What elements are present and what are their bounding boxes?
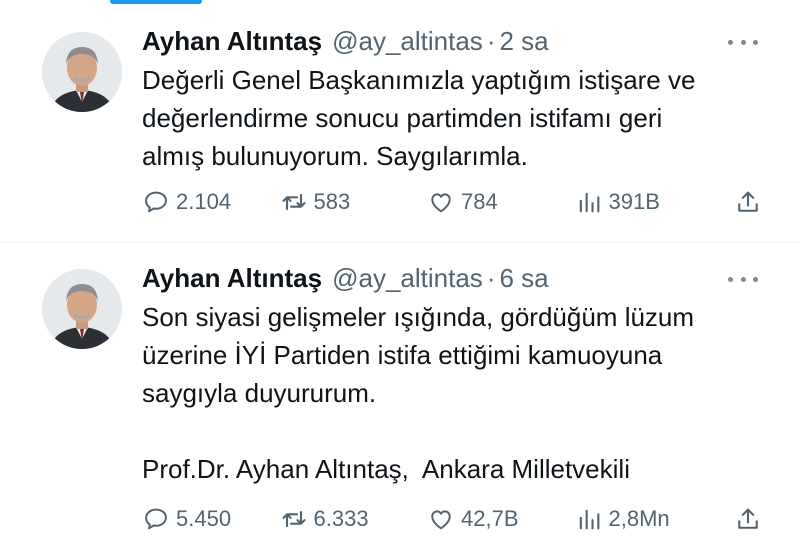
timestamp[interactable]: 6 sa bbox=[499, 260, 548, 296]
views-chart-icon bbox=[579, 192, 599, 213]
tweet-text-line: değerlendirme sonucu partimden istifamı … bbox=[142, 103, 663, 133]
reply-count: 5.450 bbox=[176, 506, 232, 531]
reply-bubble-icon bbox=[145, 508, 167, 530]
views-button[interactable]: 391B bbox=[575, 188, 715, 216]
view-count: 2,8Mn bbox=[608, 506, 670, 531]
retweet-count: 6.333 bbox=[313, 506, 369, 531]
avatar-image bbox=[42, 32, 122, 112]
tweet-header: Ayhan Altıntaş @ay_altintas · 2 sa bbox=[142, 23, 549, 59]
author-name[interactable]: Ayhan Altıntaş bbox=[142, 23, 322, 59]
avatar[interactable] bbox=[42, 32, 122, 112]
tweet[interactable]: Ayhan Altıntaş @ay_altintas · 6 sa Son s… bbox=[0, 243, 800, 557]
author-handle[interactable]: @ay_altintas bbox=[332, 260, 483, 296]
timestamp[interactable]: 2 sa bbox=[499, 23, 548, 59]
author-name[interactable]: Ayhan Altıntaş bbox=[142, 260, 322, 296]
like-button[interactable]: 42,7B bbox=[427, 505, 557, 533]
share-button[interactable] bbox=[732, 505, 762, 533]
separator-dot: · bbox=[486, 263, 496, 293]
retweet-icon bbox=[281, 193, 306, 211]
avatar[interactable] bbox=[42, 269, 122, 349]
tweet-text: Son siyasi gelişmeler ışığında, gördüğüm… bbox=[142, 298, 762, 488]
like-count: 784 bbox=[461, 189, 498, 214]
tweet-text-line: Değerli Genel Başkanımızla yaptığım isti… bbox=[142, 65, 696, 95]
tweet[interactable]: Ayhan Altıntaş @ay_altintas · 2 sa Değer… bbox=[0, 6, 800, 243]
tweet-text-line: üzerine İYİ Partiden istifa ettiğimi kam… bbox=[142, 340, 663, 370]
retweet-button[interactable]: 6.333 bbox=[280, 505, 410, 533]
heart-icon bbox=[431, 510, 451, 530]
view-count: 391B bbox=[608, 189, 660, 214]
author-handle[interactable]: @ay_altintas bbox=[332, 23, 483, 59]
tweet-text-line: Son siyasi gelişmeler ışığında, gördüğüm… bbox=[142, 302, 695, 332]
tweet-text-line: almış bulunuyorum. Saygılarımla. bbox=[142, 141, 528, 171]
heart-icon bbox=[431, 193, 451, 213]
tweet-actions: 2.104 583 784 391B bbox=[142, 184, 762, 220]
like-count: 42,7B bbox=[461, 506, 519, 531]
share-icon bbox=[738, 508, 758, 529]
reply-button[interactable]: 2.104 bbox=[142, 188, 262, 216]
share-button[interactable] bbox=[732, 188, 762, 216]
reply-button[interactable]: 5.450 bbox=[142, 505, 262, 533]
reply-bubble-icon bbox=[145, 191, 167, 213]
retweet-icon bbox=[281, 510, 306, 528]
active-tab-indicator bbox=[110, 0, 202, 4]
like-button[interactable]: 784 bbox=[427, 188, 557, 216]
views-button[interactable]: 2,8Mn bbox=[575, 505, 715, 533]
more-horizontal-icon[interactable] bbox=[728, 274, 758, 284]
retweet-button[interactable]: 583 bbox=[280, 188, 410, 216]
reply-count: 2.104 bbox=[176, 189, 232, 214]
tweet-text: Değerli Genel Başkanımızla yaptığım isti… bbox=[142, 61, 762, 175]
views-chart-icon bbox=[579, 509, 599, 530]
tweet-signature: Prof.Dr. Ayhan Altıntaş, Ankara Milletve… bbox=[142, 454, 630, 484]
tweet-header: Ayhan Altıntaş @ay_altintas · 6 sa bbox=[142, 260, 549, 296]
tweet-actions: 5.450 6.333 42,7B 2,8Mn bbox=[142, 501, 762, 537]
more-horizontal-icon[interactable] bbox=[728, 37, 758, 47]
share-icon bbox=[738, 191, 758, 212]
avatar-image bbox=[42, 269, 122, 349]
retweet-count: 583 bbox=[313, 189, 351, 214]
separator-dot: · bbox=[486, 26, 496, 56]
tweet-text-line: saygıyla duyururum. bbox=[142, 378, 377, 408]
